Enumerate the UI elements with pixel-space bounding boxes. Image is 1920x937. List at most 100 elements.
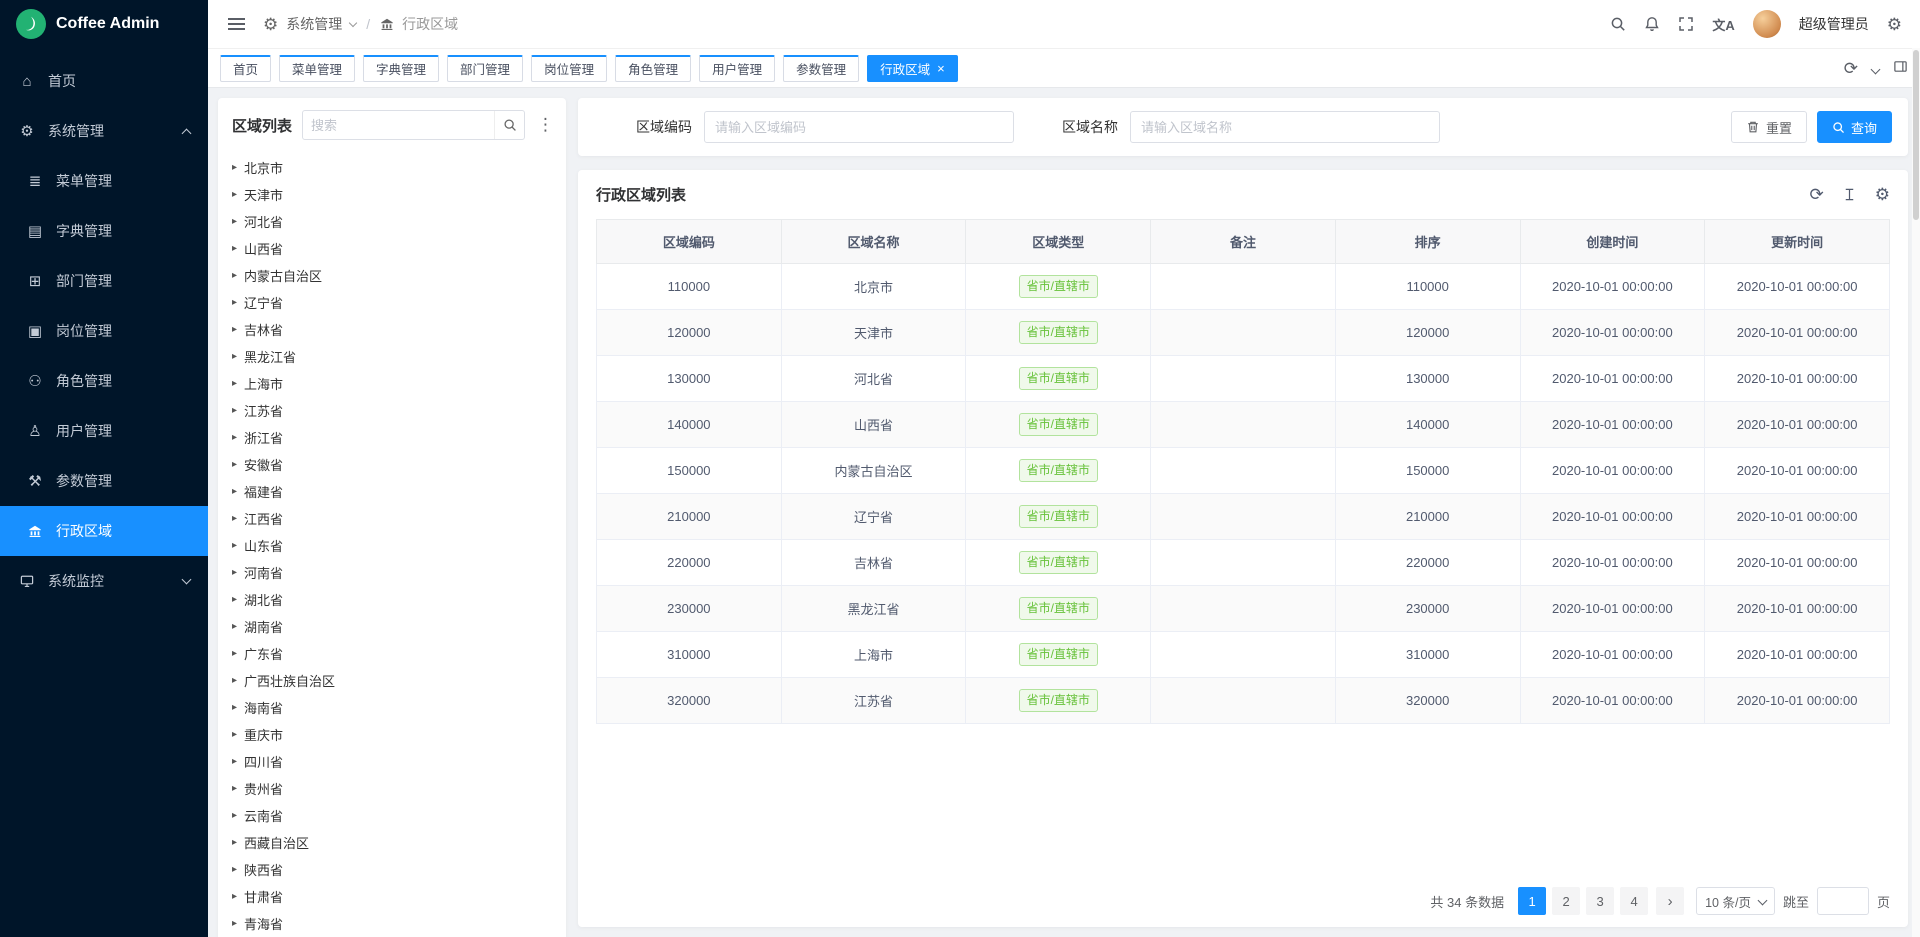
sidebar-item-home[interactable]: ⌂首页 [0, 56, 208, 106]
caret-right-icon[interactable]: ▸ [232, 432, 237, 443]
close-icon[interactable]: × [937, 62, 945, 75]
chevron-down-icon[interactable] [1872, 60, 1879, 76]
tree-item-region[interactable]: ▸重庆市 [232, 721, 562, 748]
caret-right-icon[interactable]: ▸ [232, 513, 237, 524]
tree-item-region[interactable]: ▸湖北省 [232, 586, 562, 613]
search-icon[interactable] [494, 111, 524, 139]
sidebar-item-role-mgmt[interactable]: ⚇角色管理 [0, 356, 208, 406]
next-page-button[interactable]: › [1656, 887, 1684, 915]
tree-item-region[interactable]: ▸福建省 [232, 478, 562, 505]
caret-right-icon[interactable]: ▸ [232, 783, 237, 794]
caret-right-icon[interactable]: ▸ [232, 324, 237, 335]
tree-item-region[interactable]: ▸山东省 [232, 532, 562, 559]
page-button-3[interactable]: 3 [1586, 887, 1614, 915]
sidebar-item-menu-mgmt[interactable]: ≣菜单管理 [0, 156, 208, 206]
caret-right-icon[interactable]: ▸ [232, 189, 237, 200]
tree-item-region[interactable]: ▸安徽省 [232, 451, 562, 478]
tab-user-mgmt[interactable]: 用户管理 [699, 55, 775, 82]
caret-right-icon[interactable]: ▸ [232, 378, 237, 389]
tab-dept-mgmt[interactable]: 部门管理 [447, 55, 523, 82]
page-size-select[interactable]: 10 条/页 [1696, 887, 1775, 915]
sidebar-item-system-monitor[interactable]: 系统监控 [0, 556, 208, 606]
caret-right-icon[interactable]: ▸ [232, 837, 237, 848]
page-button-1[interactable]: 1 [1518, 887, 1546, 915]
caret-right-icon[interactable]: ▸ [232, 486, 237, 497]
avatar[interactable] [1753, 10, 1781, 38]
caret-right-icon[interactable]: ▸ [232, 594, 237, 605]
row-density-icon[interactable] [1842, 187, 1857, 202]
reset-button[interactable]: 重置 [1731, 111, 1807, 143]
caret-right-icon[interactable]: ▸ [232, 756, 237, 767]
tree-item-region[interactable]: ▸河北省 [232, 208, 562, 235]
translate-icon[interactable]: 文A [1712, 15, 1734, 34]
sidebar-item-region[interactable]: 行政区域 [0, 506, 208, 556]
tree-item-region[interactable]: ▸内蒙古自治区 [232, 262, 562, 289]
tree-item-region[interactable]: ▸河南省 [232, 559, 562, 586]
caret-right-icon[interactable]: ▸ [232, 405, 237, 416]
caret-right-icon[interactable]: ▸ [232, 648, 237, 659]
tree-item-region[interactable]: ▸甘肃省 [232, 883, 562, 910]
sidebar-item-dept-mgmt[interactable]: ⊞部门管理 [0, 256, 208, 306]
caret-right-icon[interactable]: ▸ [232, 702, 237, 713]
caret-right-icon[interactable]: ▸ [232, 675, 237, 686]
caret-right-icon[interactable]: ▸ [232, 270, 237, 281]
tree-item-region[interactable]: ▸江西省 [232, 505, 562, 532]
caret-right-icon[interactable]: ▸ [232, 891, 237, 902]
tree-item-region[interactable]: ▸贵州省 [232, 775, 562, 802]
caret-right-icon[interactable]: ▸ [232, 459, 237, 470]
page-button-4[interactable]: 4 [1620, 887, 1648, 915]
tab-dict-mgmt[interactable]: 字典管理 [363, 55, 439, 82]
caret-right-icon[interactable]: ▸ [232, 567, 237, 578]
tree-item-region[interactable]: ▸西藏自治区 [232, 829, 562, 856]
sidebar-collapse-icon[interactable] [226, 17, 247, 31]
caret-right-icon[interactable]: ▸ [232, 918, 237, 929]
tree-item-region[interactable]: ▸辽宁省 [232, 289, 562, 316]
jump-page-input[interactable] [1817, 887, 1869, 915]
username[interactable]: 超级管理员 [1799, 14, 1869, 34]
caret-right-icon[interactable]: ▸ [232, 621, 237, 632]
tree-item-region[interactable]: ▸海南省 [232, 694, 562, 721]
page-scrollbar[interactable] [1912, 48, 1920, 937]
sidebar-item-param-mgmt[interactable]: ⚒参数管理 [0, 456, 208, 506]
sidebar-item-post-mgmt[interactable]: ▣岗位管理 [0, 306, 208, 356]
tab-region[interactable]: 行政区域× [867, 55, 958, 82]
tab-menu-mgmt[interactable]: 菜单管理 [279, 55, 355, 82]
tree-item-region[interactable]: ▸黑龙江省 [232, 343, 562, 370]
scrollbar-thumb[interactable] [1913, 50, 1919, 220]
gear-icon[interactable]: ⚙ [1875, 186, 1890, 203]
caret-right-icon[interactable]: ▸ [232, 864, 237, 875]
tree-item-region[interactable]: ▸北京市 [232, 154, 562, 181]
tree-item-region[interactable]: ▸天津市 [232, 181, 562, 208]
tab-post-mgmt[interactable]: 岗位管理 [531, 55, 607, 82]
caret-right-icon[interactable]: ▸ [232, 351, 237, 362]
region-code-input[interactable] [704, 111, 1014, 143]
tree-item-region[interactable]: ▸青海省 [232, 910, 562, 937]
tree-item-region[interactable]: ▸江苏省 [232, 397, 562, 424]
tree-item-region[interactable]: ▸陕西省 [232, 856, 562, 883]
tree-item-region[interactable]: ▸山西省 [232, 235, 562, 262]
caret-right-icon[interactable]: ▸ [232, 297, 237, 308]
tab-role-mgmt[interactable]: 角色管理 [615, 55, 691, 82]
breadcrumb-section[interactable]: 系统管理 [286, 14, 342, 34]
tree-item-region[interactable]: ▸四川省 [232, 748, 562, 775]
refresh-icon[interactable]: ⟳ [1810, 186, 1824, 203]
region-search-input[interactable] [303, 118, 494, 133]
tree-item-region[interactable]: ▸广西壮族自治区 [232, 667, 562, 694]
tree-item-region[interactable]: ▸上海市 [232, 370, 562, 397]
tree-item-region[interactable]: ▸湖南省 [232, 613, 562, 640]
sidebar-item-system-mgmt[interactable]: ⚙系统管理 [0, 106, 208, 156]
tree-item-region[interactable]: ▸云南省 [232, 802, 562, 829]
sidebar-item-user-mgmt[interactable]: ♙用户管理 [0, 406, 208, 456]
more-options-icon[interactable]: ⋮ [535, 115, 556, 135]
tree-item-region[interactable]: ▸浙江省 [232, 424, 562, 451]
caret-right-icon[interactable]: ▸ [232, 243, 237, 254]
query-button[interactable]: 查询 [1817, 111, 1892, 143]
tree-item-region[interactable]: ▸广东省 [232, 640, 562, 667]
bell-icon[interactable] [1644, 16, 1660, 32]
fullscreen-icon[interactable] [1678, 16, 1694, 32]
caret-right-icon[interactable]: ▸ [232, 162, 237, 173]
settings-gear-icon[interactable]: ⚙ [1887, 16, 1902, 33]
tree-item-region[interactable]: ▸吉林省 [232, 316, 562, 343]
page-button-2[interactable]: 2 [1552, 887, 1580, 915]
search-icon[interactable] [1610, 16, 1626, 32]
